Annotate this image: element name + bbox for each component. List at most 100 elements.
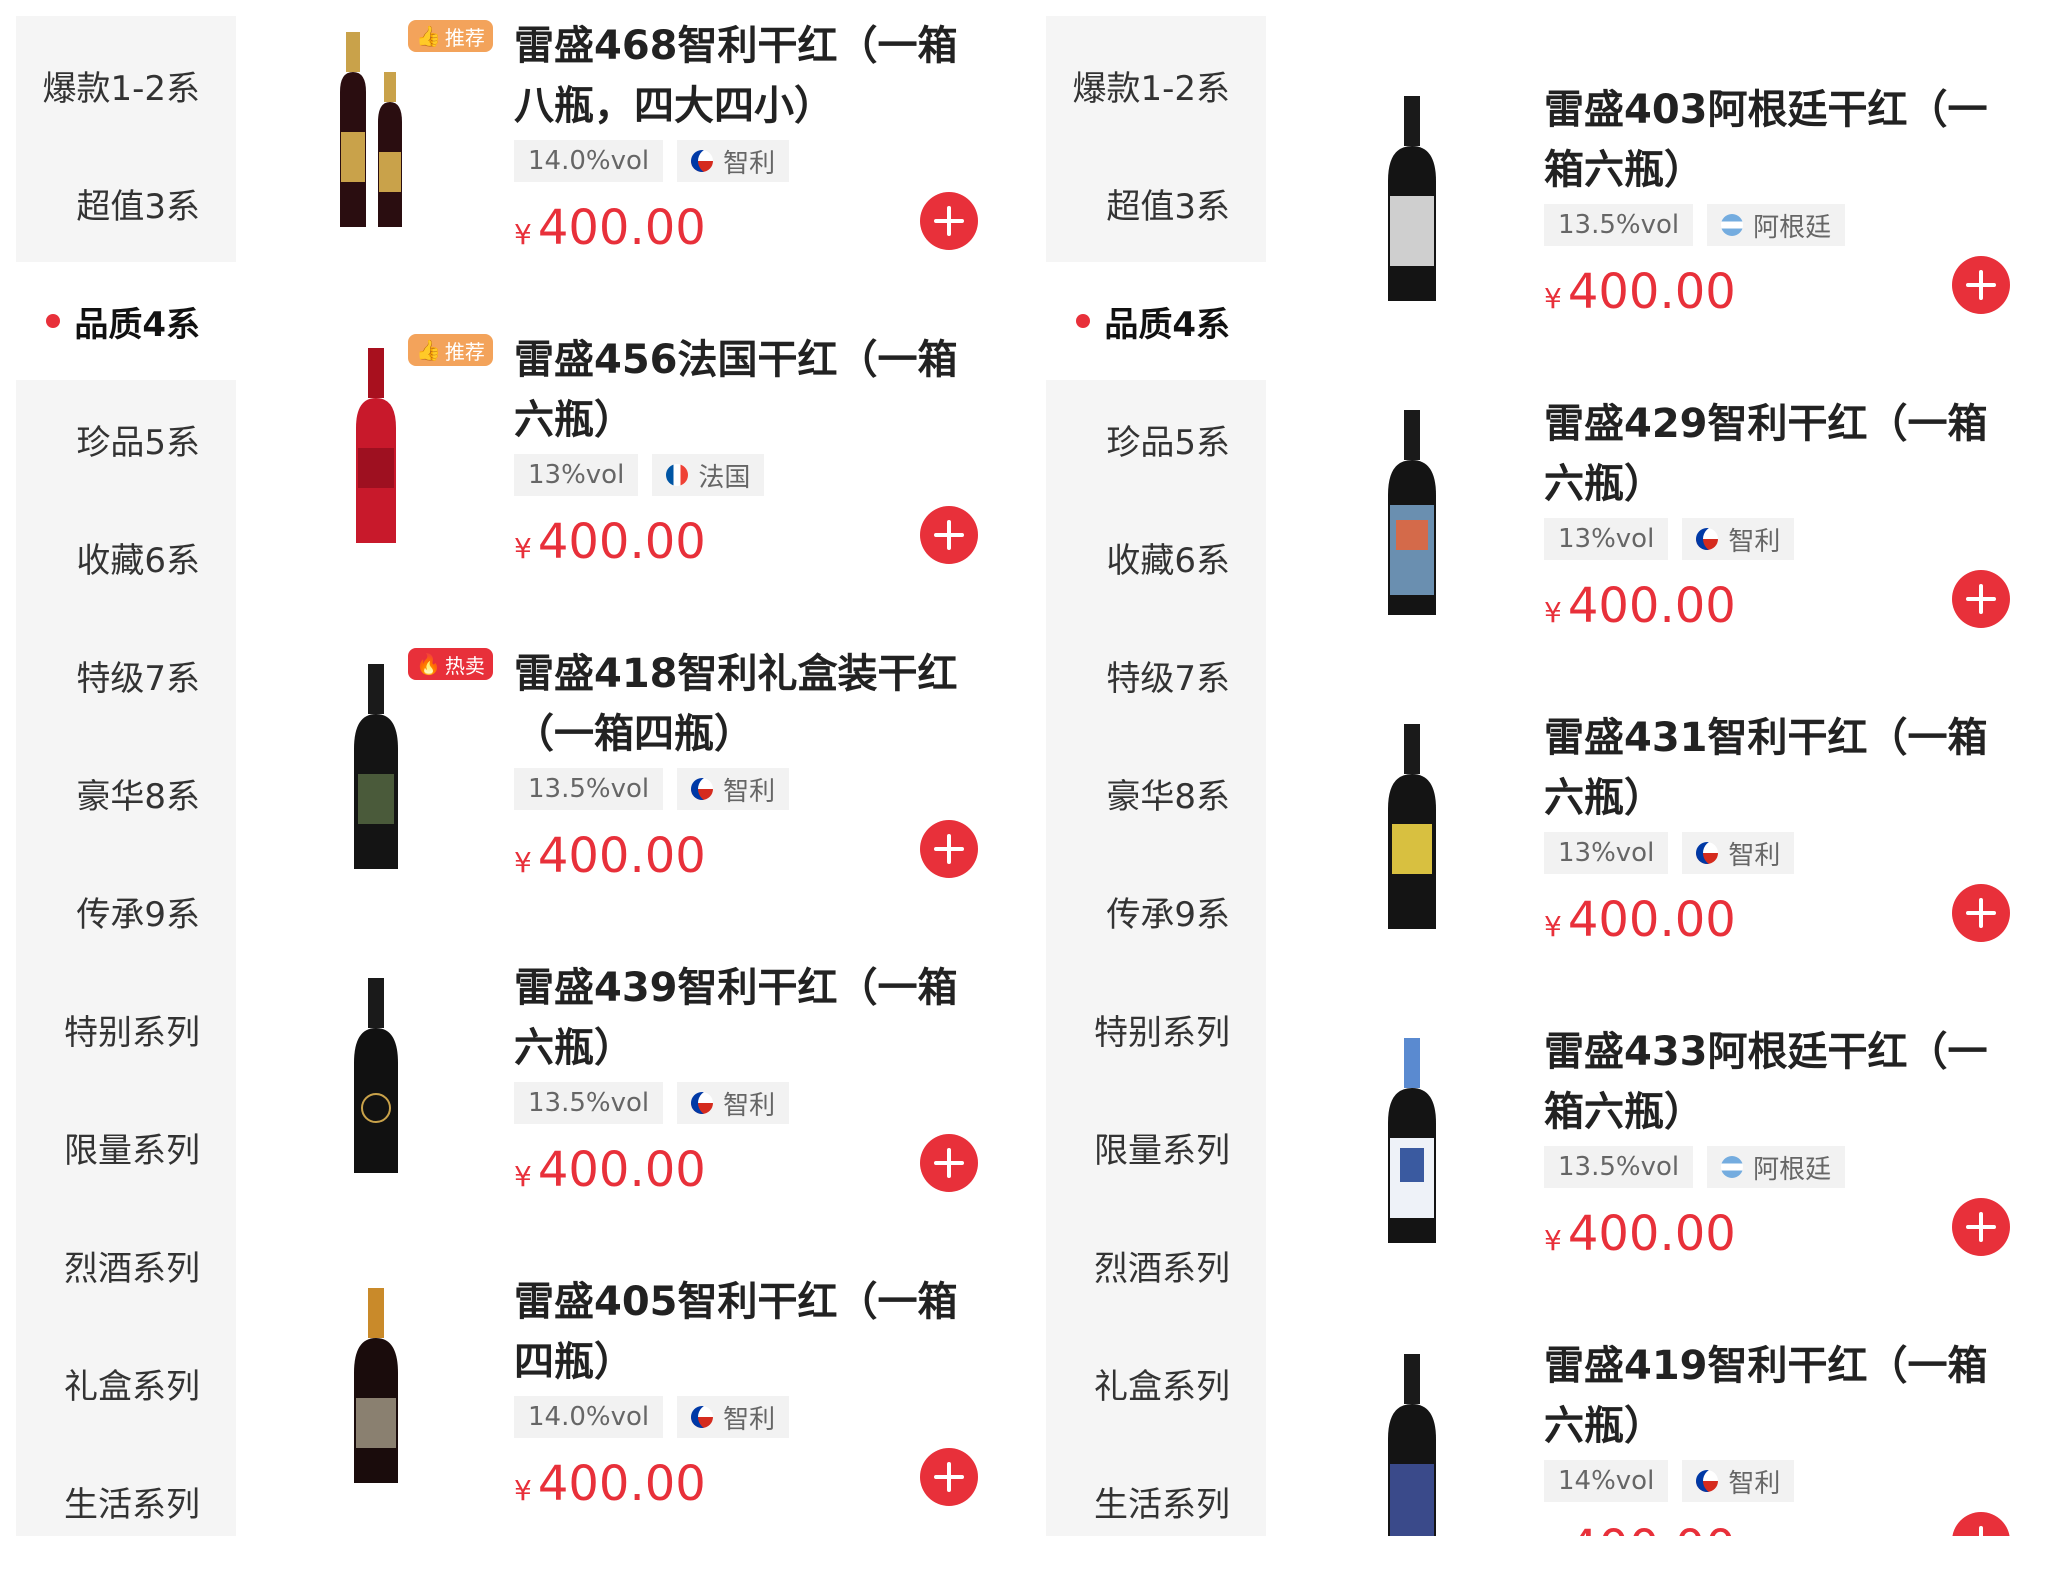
category-item[interactable]: 豪华8系 (16, 734, 236, 852)
category-item[interactable]: 生活系列 (16, 1442, 236, 1560)
price-value: 400.00 (1567, 264, 1736, 320)
category-label: 特别系列 (1094, 1012, 1230, 1053)
product-card[interactable]: 👍 推荐 雷盛456法国干红（一箱 六瓶） 13%vol 法国 ¥400.00 (236, 330, 1016, 642)
currency-symbol: ¥ (514, 1474, 532, 1507)
badge-label: 热卖 (444, 653, 485, 678)
plus-icon (1966, 898, 1996, 928)
product-tags: 13%vol 法国 (514, 454, 765, 496)
category-item[interactable]: 传承9系 (1046, 852, 1266, 970)
price-value: 400.00 (1568, 1520, 1736, 1536)
add-to-cart-button[interactable] (920, 506, 978, 564)
recommend-badge: 👍 推荐 (408, 20, 493, 52)
category-label: 超值3系 (76, 186, 200, 227)
category-label: 特级7系 (1106, 658, 1230, 699)
category-label: 豪华8系 (76, 776, 200, 817)
category-item[interactable]: 豪华8系 (1046, 734, 1266, 852)
product-card[interactable]: 雷盛403阿根廷干红（一 箱六瓶） 13.5%vol 阿根廷 ¥400.00 (1272, 80, 2042, 392)
origin-label: 智利 (1728, 1468, 1781, 1499)
add-to-cart-button[interactable] (1952, 256, 2010, 314)
category-item[interactable]: 特别系列 (16, 970, 236, 1088)
product-card[interactable]: 雷盛433阿根廷干红（一 箱六瓶） 13.5%vol 阿根廷 ¥400.00 (1272, 1022, 2042, 1334)
product-card[interactable]: 雷盛439智利干红（一箱 六瓶） 13.5%vol 智利 ¥400.00 (236, 958, 1016, 1270)
product-card[interactable]: 👍 推荐 雷盛468智利干红（一箱 八瓶，四大四小） 14.0%vol 智利 ¥4… (236, 16, 1016, 328)
category-item[interactable]: 爆款1-2系 (1046, 26, 1266, 144)
currency-symbol: ¥ (514, 1160, 532, 1193)
category-item[interactable]: 珍品5系 (1046, 380, 1266, 498)
category-label: 特级7系 (76, 658, 200, 699)
category-item[interactable]: 烈酒系列 (1046, 1206, 1266, 1324)
chile-flag-icon (691, 778, 714, 800)
add-to-cart-button[interactable] (1952, 884, 2010, 942)
category-item-active[interactable]: 品质4系 (1030, 262, 1266, 380)
recommend-badge: 👍 推荐 (408, 334, 493, 366)
category-item[interactable]: 烈酒系列 (16, 1206, 236, 1324)
category-item[interactable]: 珍品5系 (16, 380, 236, 498)
origin-tag: 智利 (677, 768, 790, 810)
abv-tag: 13%vol (514, 454, 639, 496)
category-item[interactable]: 收藏6系 (1046, 498, 1266, 616)
origin-label: 阿根廷 (1753, 212, 1832, 243)
product-card[interactable]: 雷盛405智利干红（一箱 四瓶） 14.0%vol 智利 ¥400.00 (236, 1272, 1016, 1584)
origin-tag: 阿根廷 (1707, 1146, 1846, 1188)
category-item[interactable]: 超值3系 (16, 144, 236, 262)
product-price: ¥400.00 (514, 1142, 706, 1198)
product-tags: 13.5%vol 阿根廷 (1544, 1146, 1846, 1188)
category-label: 珍品5系 (1106, 422, 1230, 463)
category-item-active[interactable]: 品质4系 (0, 262, 236, 380)
badge-label: 推荐 (444, 339, 485, 364)
category-item[interactable]: 收藏6系 (16, 498, 236, 616)
price-value: 400.00 (1567, 892, 1736, 948)
add-to-cart-button[interactable] (1952, 1512, 2010, 1536)
product-card[interactable]: 雷盛419智利干红（一箱 六瓶） 14%vol 智利 ¥400.00 (1272, 1336, 2042, 1536)
category-item[interactable]: 特级7系 (1046, 616, 1266, 734)
product-card[interactable]: 雷盛431智利干红（一箱 六瓶） 13%vol 智利 ¥400.00 (1272, 708, 2042, 1020)
category-item[interactable]: 限量系列 (1046, 1088, 1266, 1206)
abv-tag: 13%vol (1544, 832, 1669, 874)
category-label: 品质4系 (74, 304, 200, 345)
product-price: ¥400.00 (1544, 578, 1736, 634)
category-label: 传承9系 (76, 894, 200, 935)
product-price: ¥400.00 (1544, 1520, 1736, 1536)
category-item[interactable]: 礼盒系列 (16, 1324, 236, 1442)
category-item[interactable]: 特级7系 (16, 616, 236, 734)
add-to-cart-button[interactable] (1952, 570, 2010, 628)
category-item[interactable]: 限量系列 (16, 1088, 236, 1206)
price-value: 400.00 (537, 1456, 706, 1512)
product-title: 雷盛418智利礼盒装干红 （一箱四瓶） (514, 651, 958, 757)
category-label: 烈酒系列 (64, 1248, 200, 1289)
origin-label: 智利 (723, 1090, 776, 1121)
add-to-cart-button[interactable] (920, 820, 978, 878)
chile-flag-icon (1696, 528, 1719, 550)
product-price: ¥400.00 (514, 200, 706, 256)
category-label: 礼盒系列 (64, 1366, 200, 1407)
product-title: 雷盛433阿根廷干红（一 箱六瓶） (1544, 1029, 1988, 1135)
category-label: 豪华8系 (1106, 776, 1230, 817)
category-item[interactable]: 超值3系 (1046, 144, 1266, 262)
france-flag-icon (666, 464, 689, 486)
plus-icon (934, 1462, 964, 1492)
currency-symbol: ¥ (1544, 282, 1562, 315)
category-item[interactable]: 生活系列 (1046, 1442, 1266, 1560)
category-item[interactable]: 礼盒系列 (1046, 1324, 1266, 1442)
plus-icon (1966, 270, 1996, 300)
abv-tag: 13%vol (1544, 518, 1669, 560)
product-card[interactable]: 雷盛429智利干红（一箱 六瓶） 13%vol 智利 ¥400.00 (1272, 394, 2042, 706)
add-to-cart-button[interactable] (1952, 1198, 2010, 1256)
wine-bottle-image (1388, 96, 1436, 301)
origin-tag: 智利 (1682, 1460, 1795, 1502)
add-to-cart-button[interactable] (920, 1134, 978, 1192)
hot-badge: 🔥 热卖 (408, 648, 493, 680)
add-to-cart-button[interactable] (920, 192, 978, 250)
product-tags: 14.0%vol 智利 (514, 1396, 790, 1438)
currency-symbol: ¥ (1544, 910, 1562, 943)
add-to-cart-button[interactable] (920, 1448, 978, 1506)
product-title: 雷盛429智利干红（一箱 六瓶） (1544, 401, 1988, 507)
category-item[interactable]: 传承9系 (16, 852, 236, 970)
currency-symbol: ¥ (514, 846, 532, 879)
category-sidebar: 爆款1-2系 超值3系 品质4系 珍品5系 收藏6系 特级7系 豪华8系 传承9… (1030, 16, 1266, 1536)
origin-label: 阿根廷 (1753, 1154, 1832, 1185)
category-item[interactable]: 爆款1-2系 (16, 26, 236, 144)
category-item[interactable]: 特别系列 (1046, 970, 1266, 1088)
currency-symbol: ¥ (514, 532, 532, 565)
product-card[interactable]: 🔥 热卖 雷盛418智利礼盒装干红 （一箱四瓶） 13.5%vol 智利 ¥400… (236, 644, 1016, 956)
